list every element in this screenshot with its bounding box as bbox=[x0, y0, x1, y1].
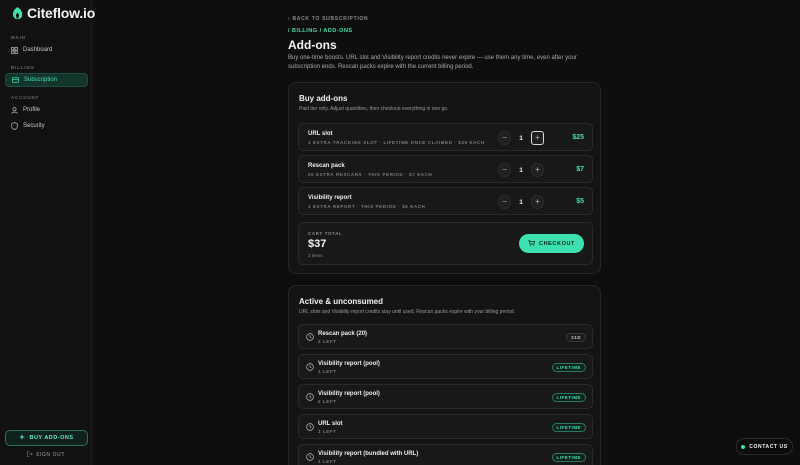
increment-button[interactable]: + bbox=[531, 131, 544, 145]
buy-addons-button[interactable]: BUY ADD-ONS bbox=[5, 430, 88, 446]
addon-meta: 1 EXTRA REPORT · THIS PERIOD · $5 EACH bbox=[308, 204, 426, 209]
checkout-button[interactable]: CHECKOUT bbox=[519, 234, 584, 253]
quantity-stepper: − 1 + bbox=[498, 130, 544, 146]
addon-price: $7 bbox=[576, 166, 584, 173]
status-dot-icon bbox=[741, 444, 746, 449]
cart-summary: CART TOTAL $37 3 items CHECKOUT bbox=[298, 222, 593, 265]
clock-icon bbox=[306, 453, 314, 461]
grid-icon bbox=[11, 46, 18, 54]
sparkle-icon bbox=[19, 434, 26, 442]
back-label: BACK TO SUBSCRIPTION bbox=[292, 16, 369, 22]
buy-addons-label: BUY ADD-ONS bbox=[29, 435, 74, 441]
lifetime-badge: LIFETIME bbox=[551, 453, 586, 462]
addon-name: URL slot bbox=[308, 131, 333, 137]
unconsumed-item: Visibility report (pool) 1 LEFT LIFETIME bbox=[298, 354, 593, 379]
addon-name: Visibility report bbox=[308, 195, 352, 201]
citeflow-logo-icon bbox=[12, 7, 23, 20]
app-root: Citeflow.io MAIN Dashboard BILLING Subsc… bbox=[0, 0, 800, 465]
item-remaining: 1 LEFT bbox=[318, 459, 337, 464]
sign-out-label: SIGN OUT bbox=[36, 452, 65, 458]
quantity-stepper: − 1 + bbox=[498, 162, 544, 178]
cart-icon bbox=[528, 239, 536, 248]
lifetime-badge: LIFETIME bbox=[551, 423, 586, 432]
sidebar-item-label: Subscription bbox=[24, 77, 58, 83]
buy-addons-subtitle: Paid tier only. Adjust quantities, then … bbox=[299, 106, 449, 112]
nav-section-main: MAIN bbox=[11, 35, 26, 40]
increment-button[interactable]: + bbox=[531, 163, 544, 177]
cart-total-value: $37 bbox=[308, 238, 327, 250]
contact-label: CONTACT US bbox=[749, 443, 788, 450]
addon-price: $25 bbox=[572, 134, 584, 141]
card-icon bbox=[12, 77, 19, 84]
page-description: Buy one-time boosts. URL slot and Visibi… bbox=[288, 55, 577, 70]
addon-meta: 20 EXTRA RESCANS · THIS PERIOD · $7 EACH bbox=[308, 172, 433, 177]
quantity-value[interactable]: 1 bbox=[519, 199, 523, 206]
nav-section-account: ACCOUNT bbox=[11, 95, 40, 100]
user-icon bbox=[11, 106, 18, 114]
breadcrumb: / BILLING / ADD-ONS bbox=[288, 28, 353, 34]
quantity-stepper: − 1 + bbox=[498, 194, 544, 210]
unconsumed-item: Visibility report (bundled with URL) 1 L… bbox=[298, 444, 593, 465]
active-subtitle: URL slots and Visibility report credits … bbox=[299, 309, 515, 315]
quantity-value[interactable]: 1 bbox=[519, 167, 523, 174]
decrement-button[interactable]: − bbox=[498, 163, 511, 177]
unconsumed-item: Rescan pack (20) 3 LEFT 21D bbox=[298, 324, 593, 349]
buy-addons-card: Buy add-ons Paid tier only. Adjust quant… bbox=[288, 82, 601, 274]
sign-out-icon bbox=[27, 451, 33, 459]
addon-name: Rescan pack bbox=[308, 163, 345, 169]
clock-icon bbox=[306, 333, 314, 341]
item-name: Visibility report (bundled with URL) bbox=[318, 451, 419, 457]
sidebar-item-label: Security bbox=[23, 123, 45, 129]
main-content: ‹ BACK TO SUBSCRIPTION / BILLING / ADD-O… bbox=[92, 0, 800, 465]
buy-addons-title: Buy add-ons bbox=[299, 94, 348, 103]
nav-section-billing: BILLING bbox=[11, 65, 35, 70]
brand-name: Citeflow.io bbox=[27, 5, 96, 21]
sign-out-button[interactable]: SIGN OUT bbox=[0, 451, 92, 459]
sidebar-item-profile[interactable]: Profile bbox=[5, 103, 88, 117]
item-remaining: 1 LEFT bbox=[318, 429, 337, 434]
unconsumed-item: URL slot 1 LEFT LIFETIME bbox=[298, 414, 593, 439]
addon-price: $5 bbox=[576, 198, 584, 205]
expiry-badge: 21D bbox=[566, 333, 586, 342]
clock-icon bbox=[306, 363, 314, 371]
sidebar-item-security[interactable]: Security bbox=[5, 119, 88, 133]
sidebar-item-label: Dashboard bbox=[23, 47, 53, 53]
item-remaining: 3 LEFT bbox=[318, 339, 337, 344]
active-title: Active & unconsumed bbox=[299, 297, 384, 306]
brand-logo[interactable]: Citeflow.io bbox=[11, 5, 95, 21]
decrement-button[interactable]: − bbox=[498, 131, 511, 145]
contact-us-button[interactable]: CONTACT US bbox=[736, 438, 793, 455]
addon-row-url-slot: URL slot 1 EXTRA TRACKING SLOT · LIFETIM… bbox=[298, 123, 593, 151]
addon-row-rescan-pack: Rescan pack 20 EXTRA RESCANS · THIS PERI… bbox=[298, 155, 593, 183]
addon-meta: 1 EXTRA TRACKING SLOT · LIFETIME ONCE CL… bbox=[308, 140, 485, 145]
addon-row-visibility-report: Visibility report 1 EXTRA REPORT · THIS … bbox=[298, 187, 593, 215]
clock-icon bbox=[306, 393, 314, 401]
shield-icon bbox=[11, 122, 18, 130]
clock-icon bbox=[306, 423, 314, 431]
cart-item-count: 3 items bbox=[308, 253, 323, 258]
sidebar-item-dashboard[interactable]: Dashboard bbox=[5, 43, 88, 57]
lifetime-badge: LIFETIME bbox=[551, 393, 586, 402]
item-name: Rescan pack (20) bbox=[318, 331, 368, 337]
unconsumed-item: Visibility report (pool) 2 LEFT LIFETIME bbox=[298, 384, 593, 409]
cart-total-label: CART TOTAL bbox=[308, 231, 343, 236]
increment-button[interactable]: + bbox=[531, 195, 544, 209]
item-name: Visibility report (pool) bbox=[318, 361, 380, 367]
item-remaining: 1 LEFT bbox=[318, 369, 337, 374]
page-title: Add-ons bbox=[288, 38, 337, 52]
back-to-subscription-link[interactable]: ‹ BACK TO SUBSCRIPTION bbox=[288, 16, 368, 22]
checkout-label: CHECKOUT bbox=[539, 240, 575, 247]
item-name: Visibility report (pool) bbox=[318, 391, 380, 397]
decrement-button[interactable]: − bbox=[498, 195, 511, 209]
quantity-value[interactable]: 1 bbox=[519, 135, 523, 142]
item-remaining: 2 LEFT bbox=[318, 399, 337, 404]
sidebar-item-label: Profile bbox=[23, 107, 41, 113]
sidebar: Citeflow.io MAIN Dashboard BILLING Subsc… bbox=[0, 0, 95, 465]
active-unconsumed-card: Active & unconsumed URL slots and Visibi… bbox=[288, 285, 601, 465]
sidebar-item-subscription[interactable]: Subscription bbox=[5, 73, 88, 87]
item-name: URL slot bbox=[318, 421, 343, 427]
lifetime-badge: LIFETIME bbox=[551, 363, 586, 372]
